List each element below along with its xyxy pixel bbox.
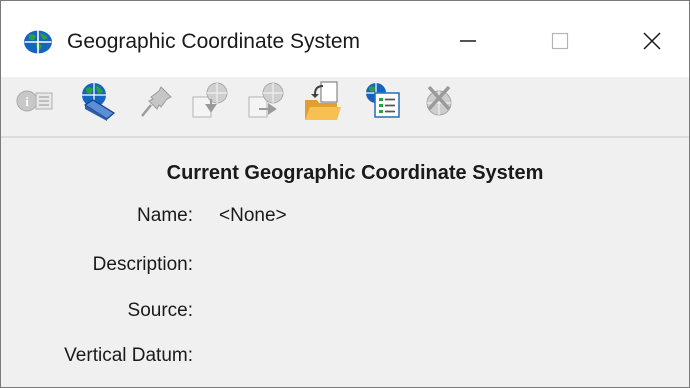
description-label: Description: — [92, 254, 193, 275]
pushpin-icon — [141, 86, 172, 117]
minimize-button[interactable] — [437, 19, 499, 63]
window-title: Geographic Coordinate System — [67, 30, 360, 53]
close-button[interactable] — [621, 19, 683, 63]
svg-text:i: i — [25, 94, 29, 109]
title-bar[interactable]: Geographic Coordinate System — [1, 1, 689, 77]
info-icon: i — [16, 90, 53, 112]
globe-delete-icon — [426, 85, 452, 116]
geographic-coordinate-system-window: Geographic Coordinate System i Current G… — [0, 0, 690, 388]
source-label: Source: — [127, 300, 193, 321]
close-icon — [643, 32, 661, 50]
name-label: Name: — [137, 205, 193, 226]
globe-import-button[interactable] — [189, 81, 229, 121]
name-value: <None> — [219, 205, 287, 226]
globe-database-icon — [82, 83, 116, 121]
globe-database-button[interactable] — [77, 81, 117, 121]
globe-export-button[interactable] — [245, 81, 285, 121]
toolbar: i — [1, 77, 689, 131]
globe-import-icon — [192, 82, 228, 118]
globe-list-icon — [366, 83, 400, 118]
maximize-icon — [551, 32, 569, 50]
globe-app-icon — [23, 29, 53, 55]
globe-export-icon — [248, 82, 284, 118]
minimize-icon — [460, 40, 476, 42]
globe-delete-button[interactable] — [419, 81, 459, 121]
globe-list-button[interactable] — [363, 81, 403, 121]
coordinate-system-panel: Current Geographic Coordinate System Nam… — [1, 138, 689, 387]
vertical-datum-label: Vertical Datum: — [64, 345, 193, 366]
open-folder-button[interactable] — [303, 81, 343, 121]
section-heading: Current Geographic Coordinate System — [166, 162, 544, 184]
maximize-button[interactable] — [529, 19, 591, 63]
info-button[interactable]: i — [15, 81, 55, 121]
pushpin-button[interactable] — [137, 81, 177, 121]
folder-open-icon — [305, 81, 341, 120]
